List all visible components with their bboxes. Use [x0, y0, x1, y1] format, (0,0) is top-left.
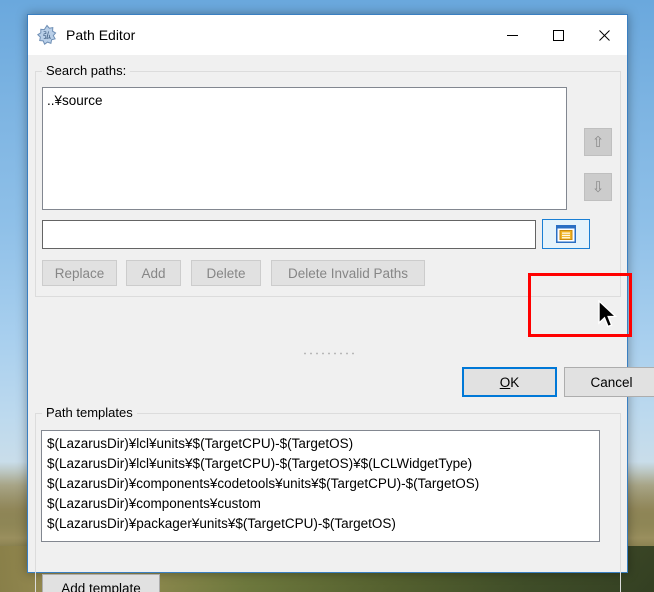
- maximize-icon: [552, 29, 564, 41]
- search-paths-group: Search paths: ..¥source ⇧ ⇩ Replace Add …: [35, 63, 621, 297]
- path-input[interactable]: [42, 220, 536, 249]
- window-title: Path Editor: [66, 27, 136, 43]
- add-button[interactable]: Add: [126, 260, 181, 286]
- list-item[interactable]: $(LazarusDir)¥lcl¥units¥$(TargetCPU)-$(T…: [47, 434, 594, 454]
- ok-rest: K: [510, 374, 520, 390]
- dialog-client-area: Search paths: ..¥source ⇧ ⇩ Replace Add …: [28, 55, 654, 592]
- replace-button[interactable]: Replace: [42, 260, 117, 286]
- search-paths-listbox[interactable]: ..¥source: [42, 87, 567, 210]
- svg-text:弘: 弘: [43, 31, 51, 40]
- search-paths-label: Search paths:: [42, 63, 131, 78]
- mouse-cursor-icon: [598, 299, 620, 337]
- lazarus-icon: 弘: [36, 24, 58, 46]
- close-button[interactable]: [581, 16, 627, 55]
- list-item[interactable]: $(LazarusDir)¥components¥custom: [47, 494, 594, 514]
- close-icon: [598, 29, 610, 41]
- maximize-button[interactable]: [535, 16, 581, 55]
- ok-accel: O: [499, 374, 511, 390]
- minimize-button[interactable]: [489, 16, 535, 55]
- list-item[interactable]: $(LazarusDir)¥lcl¥units¥$(TargetCPU)-$(T…: [47, 454, 594, 474]
- delete-invalid-paths-button[interactable]: Delete Invalid Paths: [271, 260, 425, 286]
- move-up-button[interactable]: ⇧: [584, 128, 612, 156]
- path-templates-group: Path templates $(LazarusDir)¥lcl¥units¥$…: [35, 405, 621, 592]
- splitter-grip-icon: [302, 351, 354, 355]
- browse-button[interactable]: [542, 219, 590, 249]
- arrow-up-icon: ⇧: [591, 133, 605, 151]
- list-item[interactable]: $(LazarusDir)¥packager¥units¥$(TargetCPU…: [47, 514, 594, 534]
- list-item[interactable]: ..¥source: [47, 91, 562, 111]
- folder-browse-icon: [556, 225, 576, 243]
- minimize-icon: [506, 34, 518, 36]
- splitter-handle[interactable]: [35, 347, 621, 359]
- cancel-button[interactable]: Cancel: [564, 367, 654, 397]
- ok-button[interactable]: OK: [462, 367, 557, 397]
- delete-button[interactable]: Delete: [191, 260, 261, 286]
- path-templates-listbox[interactable]: $(LazarusDir)¥lcl¥units¥$(TargetCPU)-$(T…: [41, 430, 600, 542]
- arrow-down-icon: ⇩: [591, 178, 605, 196]
- list-item[interactable]: $(LazarusDir)¥components¥codetools¥units…: [47, 474, 594, 494]
- title-bar[interactable]: 弘 Path Editor: [28, 15, 627, 55]
- move-down-button[interactable]: ⇩: [584, 173, 612, 201]
- path-templates-label: Path templates: [42, 405, 137, 420]
- add-template-button[interactable]: Add template: [42, 574, 160, 592]
- path-editor-window: 弘 Path Editor Search paths: ..¥source ⇧ …: [27, 14, 654, 592]
